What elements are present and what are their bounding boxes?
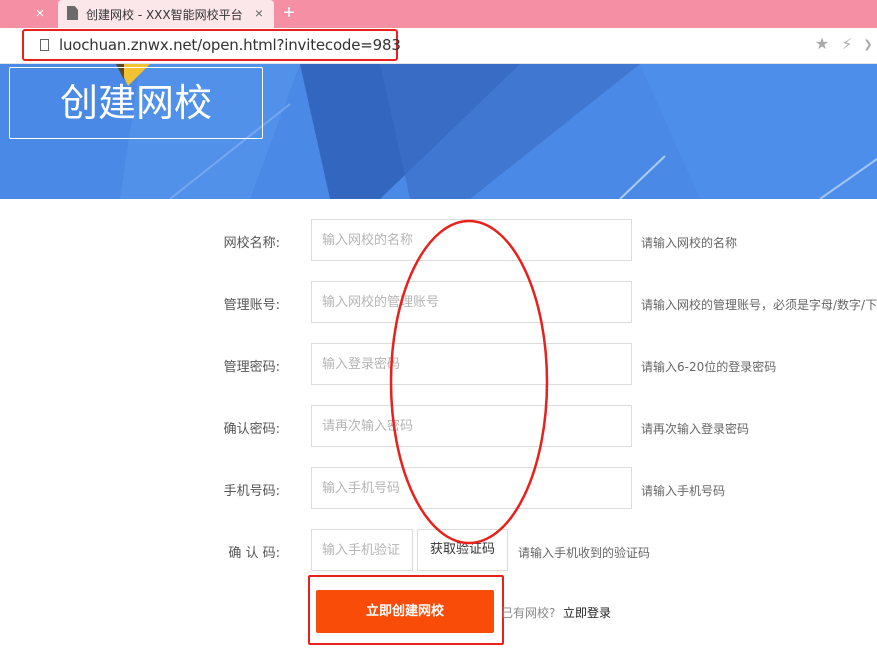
create-school-button[interactable]: 立即创建网校 xyxy=(316,590,494,633)
phone-input[interactable] xyxy=(311,467,632,509)
admin-password-input[interactable] xyxy=(311,343,632,385)
admin-password-label: 管理密码: xyxy=(223,360,280,375)
verify-code-label: 确 认 码: xyxy=(228,546,280,561)
url-field-highlight[interactable]: luochuan.znwx.net/open.html?invitecode=9… xyxy=(22,29,401,61)
admin-account-hint: 请输入网校的管理账号，必须是字母/数字/下 xyxy=(641,298,877,312)
admin-account-label: 管理账号: xyxy=(223,298,280,313)
url-text[interactable]: luochuan.znwx.net/open.html?invitecode=9… xyxy=(59,36,401,54)
school-name-hint: 请输入网校的名称 xyxy=(641,236,738,250)
tab-close-icon[interactable]: × xyxy=(250,4,268,22)
confirm-password-hint: 请再次输入登录密码 xyxy=(641,422,750,436)
page-icon xyxy=(40,39,49,51)
login-prompt: 已有网校? xyxy=(501,606,556,620)
browser-tab[interactable]: 创建网校 - XXX智能网校平台 × xyxy=(58,0,274,28)
page-title: 创建网校 xyxy=(59,81,212,125)
phone-hint: 请输入手机号码 xyxy=(641,484,726,498)
school-name-input[interactable] xyxy=(311,219,632,261)
phone-label: 手机号码: xyxy=(223,484,280,499)
confirm-password-input[interactable] xyxy=(311,405,632,447)
address-bar: luochuan.znwx.net/open.html?invitecode=9… xyxy=(0,28,877,64)
page-banner: 创建网校 xyxy=(0,64,877,199)
verify-code-input[interactable] xyxy=(311,529,413,571)
verify-code-hint: 请输入手机收到的验证码 xyxy=(518,546,651,560)
tab-title: 创建网校 - XXX智能网校平台 xyxy=(86,8,243,22)
banner-title-box: 创建网校 xyxy=(9,67,263,139)
document-icon xyxy=(67,6,78,20)
confirm-password-label: 确认密码: xyxy=(223,422,280,437)
admin-password-hint: 请输入6-20位的登录密码 xyxy=(641,360,777,374)
login-link[interactable]: 立即登录 xyxy=(563,604,611,621)
new-tab-button[interactable]: + xyxy=(278,1,300,25)
browser-tab-bar: × 创建网校 - XXX智能网校平台 × + xyxy=(0,0,877,28)
admin-account-input[interactable] xyxy=(311,281,632,323)
star-icon[interactable]: ★ xyxy=(813,36,831,54)
get-code-button[interactable]: 获取验证码 xyxy=(417,529,508,571)
bolt-icon[interactable]: ⚡ xyxy=(838,36,856,54)
chevron-icon[interactable]: ❯ xyxy=(860,36,876,54)
school-name-label: 网校名称: xyxy=(223,236,280,251)
close-icon[interactable]: × xyxy=(30,4,50,24)
